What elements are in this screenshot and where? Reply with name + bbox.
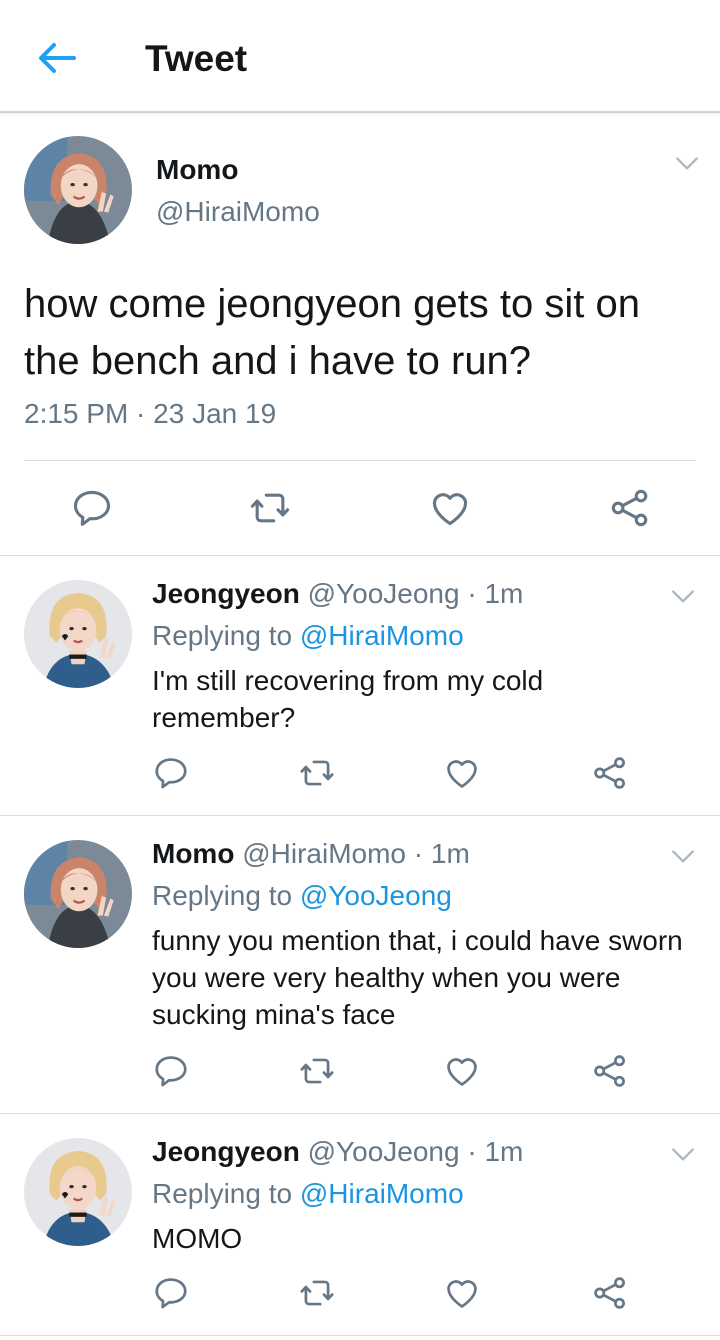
- author-meta: @YooJeong · 1m: [307, 1136, 524, 1167]
- reply-tweet[interactable]: Jeongyeon @YooJeong · 1m Replying to @Hi…: [0, 1114, 720, 1336]
- avatar[interactable]: [24, 136, 132, 244]
- replying-prefix: Replying to: [152, 880, 293, 911]
- reply-actions: [0, 1052, 720, 1092]
- author-name[interactable]: Jeongyeon: [152, 1136, 300, 1167]
- reply-tweet[interactable]: Jeongyeon @YooJeong · 1m Replying to @Hi…: [0, 556, 720, 816]
- author-meta: @HiraiMomo · 1m: [242, 838, 470, 869]
- author-name[interactable]: Jeongyeon: [152, 578, 300, 609]
- reply-header: Jeongyeon @YooJeong · 1m: [152, 1136, 523, 1168]
- divider: [24, 460, 696, 461]
- reply-actions: [0, 754, 720, 794]
- page-title: Tweet: [145, 38, 248, 79]
- reply-text: MOMO: [152, 1223, 243, 1254]
- like-icon[interactable]: [428, 486, 472, 530]
- avatar[interactable]: [24, 840, 132, 948]
- replying-to: Replying to @YooJeong: [152, 880, 452, 912]
- app-header: Tweet: [0, 0, 720, 113]
- author-handle[interactable]: @HiraiMomo: [156, 196, 320, 228]
- like-icon[interactable]: [443, 1052, 481, 1090]
- reply-icon[interactable]: [152, 754, 190, 792]
- avatar[interactable]: [24, 580, 132, 688]
- tweet-timestamp[interactable]: 2:15 PM · 23 Jan 19: [24, 398, 276, 430]
- like-icon[interactable]: [443, 754, 481, 792]
- replying-prefix: Replying to: [152, 1178, 293, 1209]
- reply-icon[interactable]: [70, 486, 114, 530]
- tweet-actions: [0, 486, 720, 530]
- retweet-icon[interactable]: [298, 754, 336, 792]
- replying-prefix: Replying to: [152, 620, 293, 651]
- share-icon[interactable]: [591, 754, 629, 792]
- reply-header: Jeongyeon @YooJeong · 1m: [152, 578, 523, 610]
- chevron-down-icon[interactable]: [670, 848, 696, 866]
- chevron-down-icon[interactable]: [670, 588, 696, 606]
- tweet-text: how come jeongyeon gets to sit on the be…: [24, 282, 640, 383]
- back-arrow-icon[interactable]: [30, 36, 82, 80]
- reply-tweet[interactable]: Momo @HiraiMomo · 1m Replying to @YooJeo…: [0, 816, 720, 1114]
- retweet-icon[interactable]: [298, 1274, 336, 1312]
- reply-actions: [0, 1274, 720, 1314]
- retweet-icon[interactable]: [248, 486, 292, 530]
- like-icon[interactable]: [443, 1274, 481, 1312]
- reply-header: Momo @HiraiMomo · 1m: [152, 838, 470, 870]
- reply-text: funny you mention that, i could have swo…: [152, 925, 683, 1030]
- mention-link[interactable]: @HiraiMomo: [300, 1178, 464, 1209]
- author-name[interactable]: Momo: [156, 154, 238, 186]
- author-meta: @YooJeong · 1m: [307, 578, 524, 609]
- share-icon[interactable]: [608, 486, 652, 530]
- avatar[interactable]: [24, 1138, 132, 1246]
- share-icon[interactable]: [591, 1274, 629, 1312]
- share-icon[interactable]: [591, 1052, 629, 1090]
- reply-icon[interactable]: [152, 1274, 190, 1312]
- mention-link[interactable]: @YooJeong: [300, 880, 452, 911]
- reply-icon[interactable]: [152, 1052, 190, 1090]
- replying-to: Replying to @HiraiMomo: [152, 620, 464, 652]
- author-name[interactable]: Momo: [152, 838, 234, 869]
- reply-text: I'm still recovering from my cold rememb…: [152, 665, 544, 733]
- replying-to: Replying to @HiraiMomo: [152, 1178, 464, 1210]
- retweet-icon[interactable]: [298, 1052, 336, 1090]
- chevron-down-icon[interactable]: [674, 154, 700, 174]
- chevron-down-icon[interactable]: [670, 1146, 696, 1164]
- mention-link[interactable]: @HiraiMomo: [300, 620, 464, 651]
- main-tweet: Momo @HiraiMomo how come jeongyeon gets …: [0, 114, 720, 556]
